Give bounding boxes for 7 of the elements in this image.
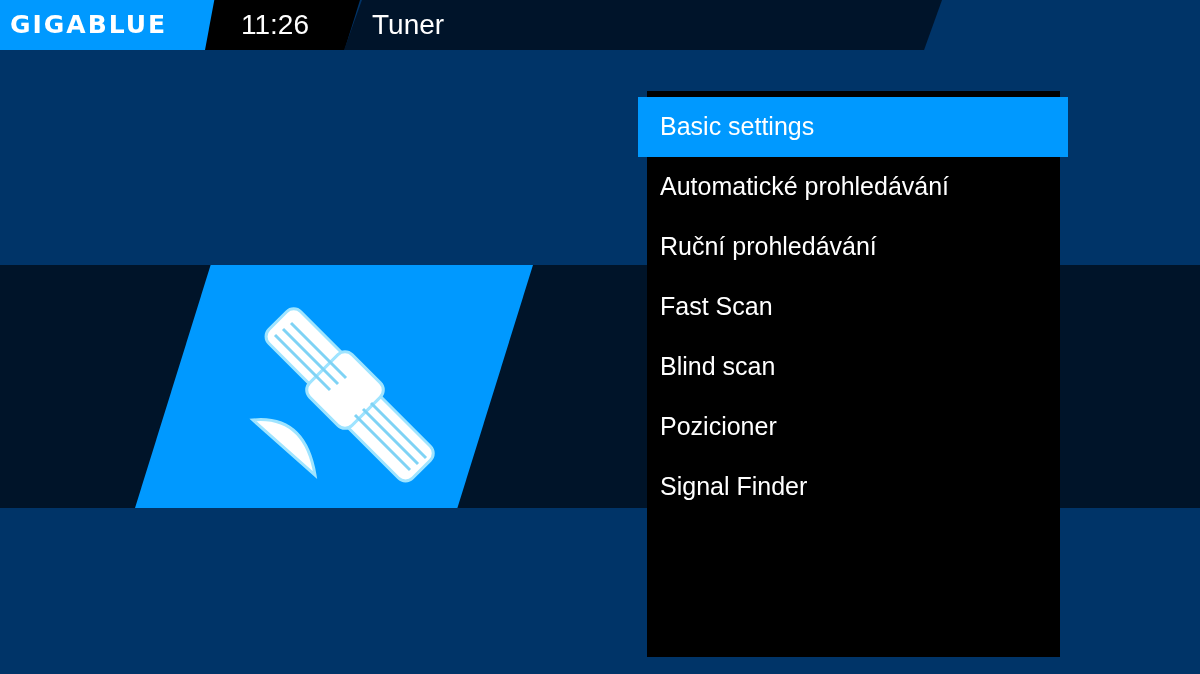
menu-item[interactable]: Fast Scan bbox=[638, 277, 1068, 337]
menu-item[interactable]: Blind scan bbox=[638, 337, 1068, 397]
menu-item[interactable]: Automatické prohledávání bbox=[638, 157, 1068, 217]
menu-item[interactable]: Pozicioner bbox=[638, 397, 1068, 457]
menu-item[interactable]: Ruční prohledávání bbox=[638, 217, 1068, 277]
screen-title: Tuner bbox=[344, 0, 942, 50]
menu-item[interactable]: Signal Finder bbox=[638, 457, 1068, 517]
